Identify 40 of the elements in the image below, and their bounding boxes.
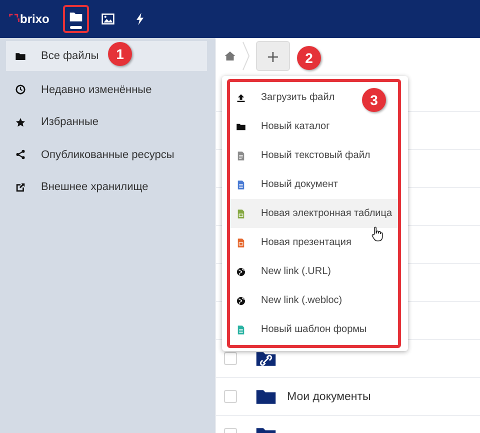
menu-item[interactable]: Новый документ <box>230 170 342 199</box>
sidebar-item[interactable]: Недавно изменённые <box>6 74 207 106</box>
menu-item[interactable]: Новая презентация <box>230 228 356 257</box>
home-icon[interactable] <box>224 50 236 62</box>
menu-item[interactable]: Загрузить файл <box>230 83 339 112</box>
share-icon <box>15 149 26 160</box>
sidebar-item[interactable]: Опубликованные ресурсы <box>6 138 207 171</box>
folder-icon <box>236 122 246 132</box>
checkbox[interactable] <box>224 352 237 365</box>
hand-cursor-icon <box>371 226 383 242</box>
sidebar-item[interactable]: Избранные <box>6 106 207 138</box>
app-tab[interactable] <box>63 5 89 33</box>
file-name[interactable]: Мои документы <box>287 390 371 402</box>
menu-item[interactable]: Новый текстовый файл <box>230 141 374 170</box>
logo-mark-icon <box>9 13 20 22</box>
checkbox[interactable] <box>224 390 237 403</box>
sidebar-item[interactable]: Внешнее хранилище <box>6 171 207 204</box>
upload-icon <box>236 92 246 102</box>
form-template-icon <box>236 324 246 334</box>
breadcrumb-separator-icon <box>242 41 250 71</box>
menu-item[interactable]: Новая электронная таблица <box>230 199 398 228</box>
clock-icon <box>15 84 26 96</box>
text-file-icon <box>236 150 246 160</box>
menu-item[interactable]: New link (.webloc) <box>230 286 346 315</box>
folder-icon <box>69 10 83 24</box>
callout-marker: 2 <box>297 46 321 70</box>
globe-icon <box>236 266 246 276</box>
document-icon <box>236 180 246 190</box>
menu-item[interactable]: Новый шаблон формы <box>230 315 371 344</box>
logo[interactable]: brixo <box>20 12 50 26</box>
menu-item[interactable]: New link (.URL) <box>230 257 336 286</box>
presentation-icon <box>236 238 246 248</box>
folder-icon <box>15 50 26 62</box>
globe-icon <box>236 296 246 306</box>
menu-item[interactable]: Новый каталог <box>230 112 334 141</box>
star-icon <box>15 116 26 128</box>
external-link-icon <box>15 182 26 193</box>
new-button[interactable]: + <box>256 41 290 71</box>
spreadsheet-icon <box>236 208 246 218</box>
image-icon <box>101 12 115 26</box>
